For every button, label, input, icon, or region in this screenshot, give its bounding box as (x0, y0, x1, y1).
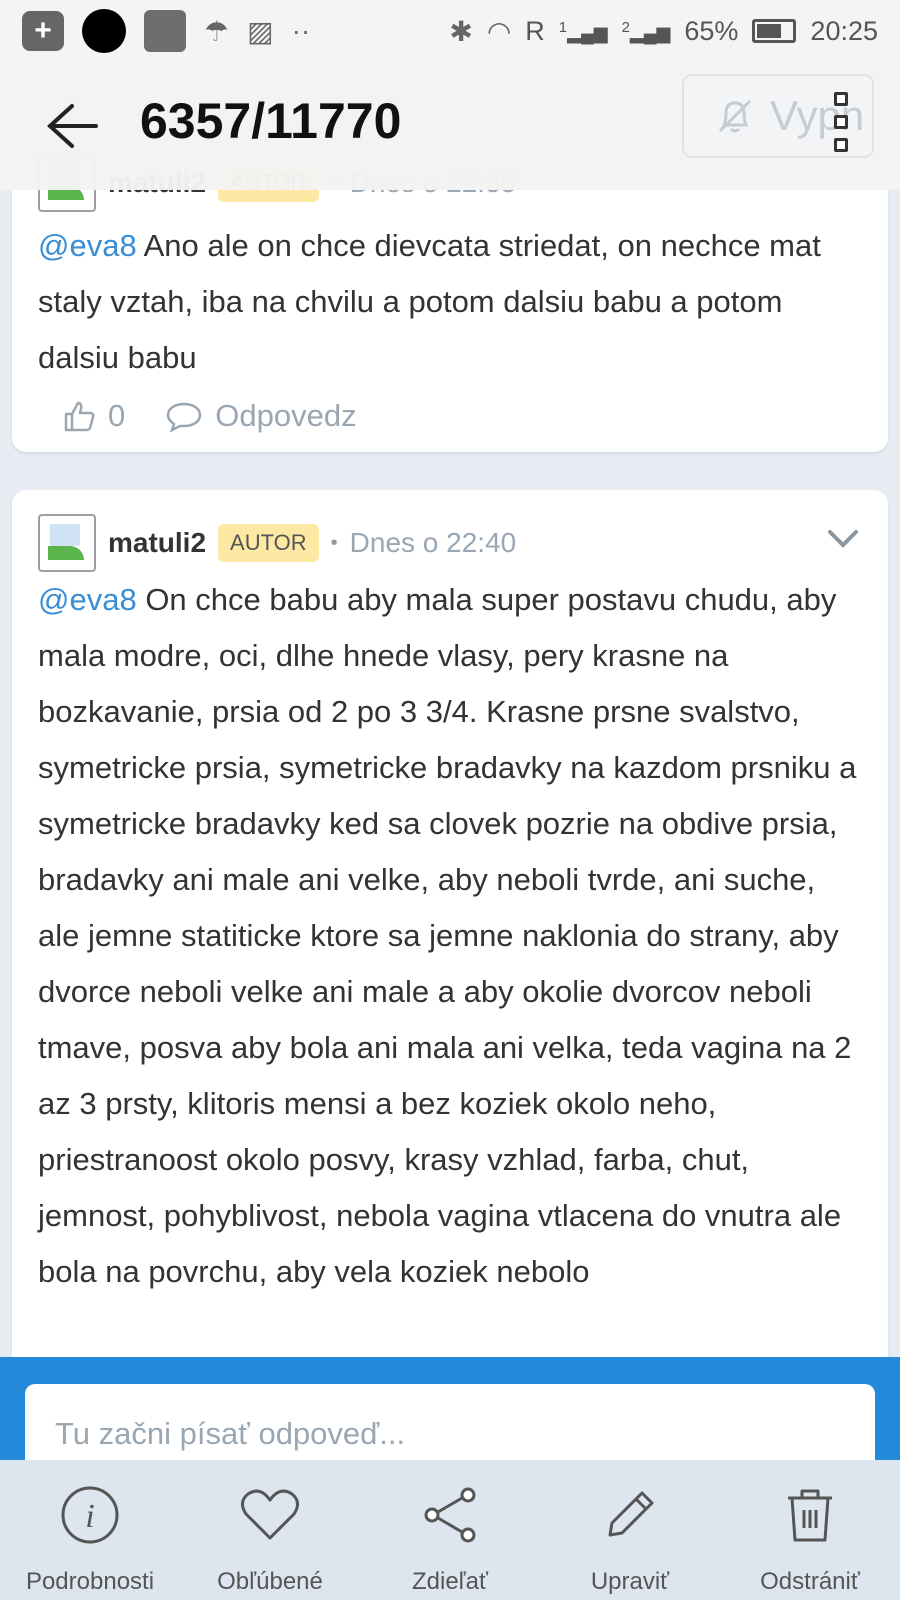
like-count: 0 (108, 398, 126, 433)
share-label: Zdieľať (411, 1568, 489, 1595)
comment-meta: matuli2 AUTOR • Dnes o 22:40 (38, 514, 516, 572)
more-dot-icon (834, 138, 848, 152)
share-icon (424, 1487, 476, 1543)
more-dot-icon (834, 115, 848, 129)
chevron-down-icon[interactable] (826, 522, 860, 556)
comment-text: @eva8 Ano ale on chce dievcata striedat,… (38, 228, 821, 375)
battery-percent: 65% (684, 15, 739, 46)
back-arrow-icon (47, 104, 98, 148)
edit-button[interactable]: Upraviť (540, 1460, 720, 1600)
comment-actions: 0 Odpovedz (62, 398, 357, 434)
details-button[interactable]: i Podrobnosti (0, 1460, 180, 1600)
clock: 20:25 (810, 15, 878, 46)
notification-app-icon (144, 10, 186, 52)
mention-link[interactable]: @eva8 (38, 582, 137, 617)
favorite-label: Obľúbené (217, 1568, 323, 1595)
notification-dot-icon (82, 9, 126, 53)
reply-label: Odpovedz (215, 398, 357, 433)
signal-sim2-icon: 2▂▄▆ (621, 18, 671, 43)
wifi-icon: ◠ (486, 15, 512, 47)
edit-label: Upraviť (590, 1568, 670, 1595)
more-options-button[interactable] (826, 92, 856, 152)
mention-link[interactable]: @eva8 (38, 228, 137, 263)
reply-button[interactable]: Odpovedz (165, 398, 357, 434)
reply-composer (0, 1357, 900, 1484)
avatar[interactable] (38, 514, 96, 572)
comment-text: @eva8 On chce babu aby mala super postav… (38, 582, 857, 1289)
comment-time: Dnes o 22:40 (349, 527, 517, 558)
delete-button[interactable]: Odstrániť (720, 1460, 900, 1600)
more-dot-icon (834, 92, 848, 106)
author-badge: AUTOR (218, 524, 319, 562)
bottom-action-bar: i Podrobnosti Obľúbené Zdieľať Upraviť O… (0, 1460, 900, 1600)
carrier-label: R (525, 15, 545, 46)
pencil-icon (608, 1491, 654, 1537)
notification-plus-icon: + (22, 11, 64, 51)
status-bar: + ☂ ▨ ·· ✱ ◠ R 1▂▄▆ 2▂▄▆ 65% 20:25 (0, 0, 900, 62)
info-icon: i (61, 1486, 119, 1544)
share-button[interactable]: Zdieľať (360, 1460, 540, 1600)
speech-bubble-icon (166, 402, 202, 432)
bell-off-icon (718, 99, 752, 133)
signal-sim1-icon: 1▂▄▆ (558, 18, 608, 43)
image-icon: ▨ (247, 15, 274, 47)
favorite-button[interactable]: Obľúbené (180, 1460, 360, 1600)
page-counter: 6357/11770 (140, 93, 402, 149)
bluetooth-icon: ✱ (449, 15, 473, 47)
umbrella-icon: ☂ (204, 15, 230, 47)
topic-header: 6357/11770 Vypn (0, 62, 900, 190)
details-label: Podrobnosti (25, 1568, 155, 1595)
back-button[interactable] (44, 98, 100, 154)
svg-text:i: i (85, 1498, 94, 1535)
thumbs-up-icon (64, 401, 95, 432)
delete-label: Odstrániť (760, 1568, 860, 1595)
heart-icon (241, 1489, 299, 1540)
battery-icon (752, 19, 797, 43)
more-notifications-icon: ·· (291, 15, 311, 46)
like-button[interactable]: 0 (62, 398, 125, 434)
author-name[interactable]: matuli2 (108, 527, 206, 559)
trash-icon (788, 1489, 832, 1542)
comment-card: matuli2 AUTOR • Dnes o 22:35 @eva8 Ano a… (12, 150, 888, 452)
